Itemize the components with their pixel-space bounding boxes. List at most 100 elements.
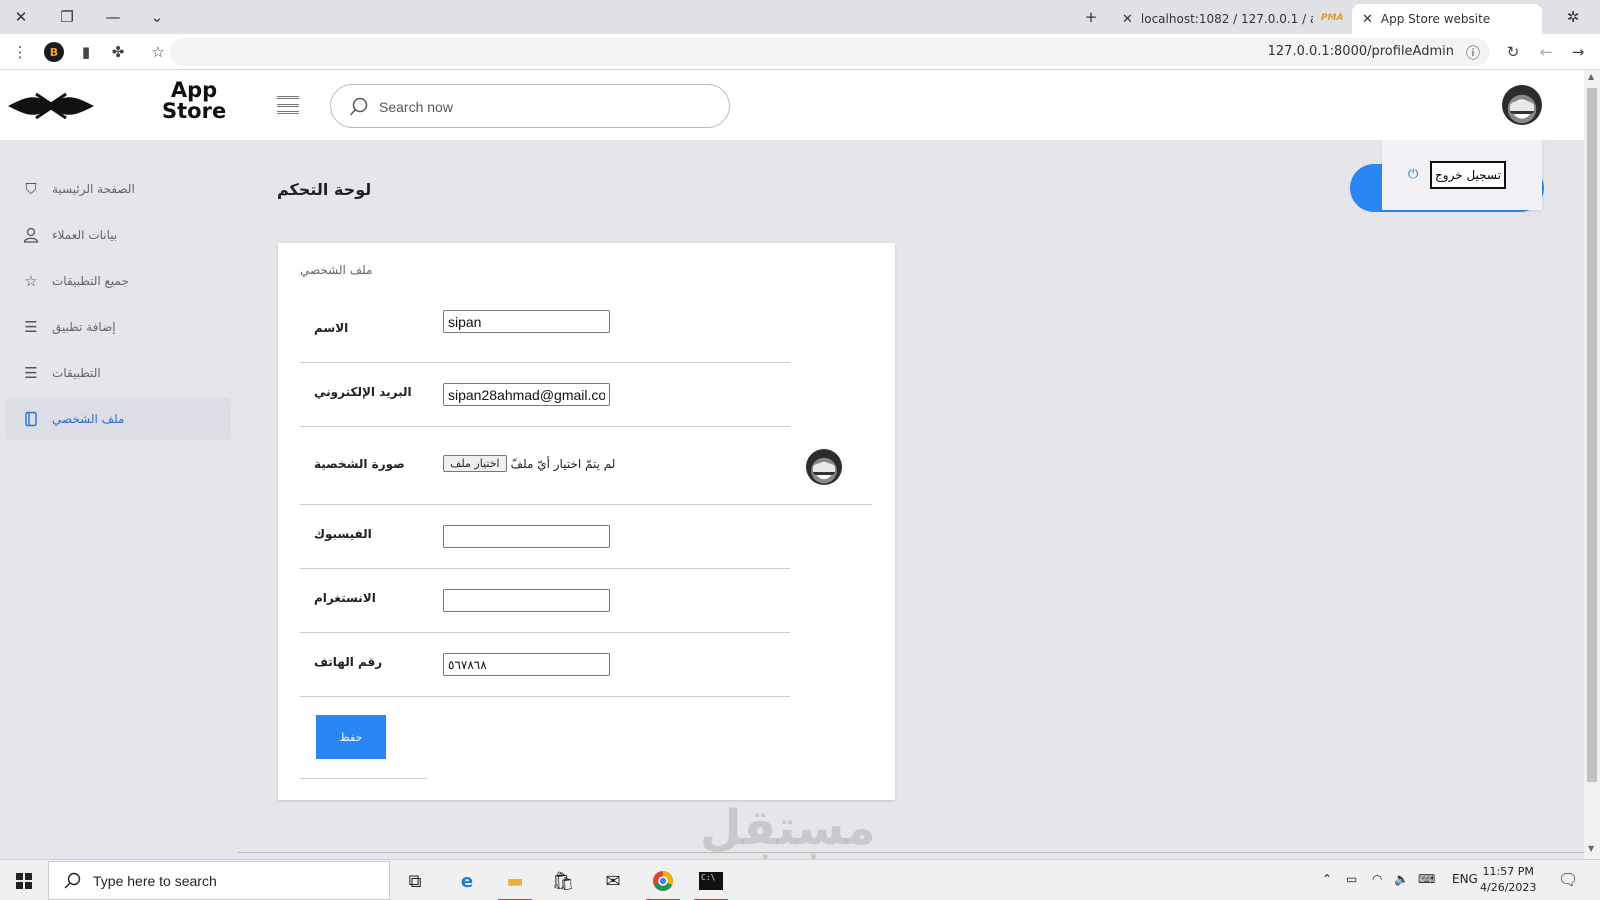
windows-start-icon[interactable] (16, 873, 32, 889)
brave-shield-icon[interactable]: B (44, 42, 64, 62)
field-label: الفيسبوك (314, 527, 372, 541)
instagram-field[interactable] (443, 589, 610, 612)
reload-icon[interactable]: ↻ (1503, 42, 1523, 62)
sidebar-item-apps[interactable]: ☰ التطبيقات (6, 352, 231, 394)
sidebar-item-add-app[interactable]: ☰ إضافة تطبيق (6, 306, 231, 348)
app-logo-icon (8, 92, 94, 120)
task-view-icon[interactable]: ⧉ (398, 864, 432, 898)
url-text: 127.0.0.1:8000/profileAdmin (1267, 44, 1454, 59)
power-icon: ⏻ (1408, 167, 1419, 182)
logout-button[interactable]: تسجيل خروج (1430, 161, 1506, 189)
save-button[interactable]: حفظ (316, 715, 386, 759)
brand-title: App Store (162, 80, 226, 122)
list-icon: ☰ (24, 318, 38, 336)
menu-dots-icon[interactable]: ⋮ (10, 42, 30, 62)
forward-arrow-icon[interactable]: → (1568, 42, 1588, 62)
page-title: لوحة التحكم (277, 180, 372, 199)
close-tab-icon[interactable]: ✕ (1362, 12, 1373, 27)
taskbar-search-placeholder: Type here to search (93, 872, 217, 889)
form-row-facebook: الفيسبوك (300, 505, 790, 569)
app-header: App Store (0, 70, 1584, 140)
extensions-icon[interactable]: ✤ (108, 42, 128, 62)
sidebar-item-home[interactable]: ⛉ الصفحة الرئيسية (6, 168, 231, 210)
phone-field[interactable] (443, 653, 610, 676)
file-input[interactable]: اختيار ملف لم يتمّ اختيار أيّ ملفّ (443, 455, 615, 472)
email-field[interactable] (443, 383, 610, 406)
volume-icon[interactable]: 🔈 (1394, 872, 1409, 886)
search-box[interactable] (330, 84, 730, 128)
name-field[interactable] (443, 310, 610, 333)
scroll-down-icon[interactable]: ▼ (1588, 844, 1594, 853)
hamburger-menu-icon[interactable] (277, 96, 299, 114)
file-explorer-icon[interactable]: ▬ (498, 864, 532, 900)
form-row-name: الاسم (300, 301, 790, 363)
minimize-window-icon[interactable]: — (100, 4, 126, 30)
notifications-icon[interactable]: 🗨 (1558, 870, 1578, 889)
close-tab-icon[interactable]: ✕ (1122, 12, 1133, 27)
page-scrollbar[interactable]: ▲ ▼ (1584, 70, 1600, 859)
close-window-icon[interactable]: ✕ (8, 4, 34, 30)
language-indicator[interactable]: ENG (1452, 872, 1478, 886)
sidebar-item-all-apps[interactable]: ☆ جميع التطبيقات (6, 260, 231, 302)
sidebar-item-profile[interactable]: ملف الشخصي (6, 398, 231, 440)
restore-window-icon[interactable]: ❐ (54, 4, 80, 30)
field-label: رقم الهاتف (314, 655, 383, 669)
user-icon (22, 226, 40, 244)
tray-chevron-up-icon[interactable]: ⌃ (1322, 872, 1332, 886)
edge-browser-icon[interactable]: e (450, 864, 484, 898)
brand-line-1: App (170, 78, 218, 102)
wifi-icon[interactable]: ◠ (1372, 872, 1382, 886)
sidebar-item-customers[interactable]: بيانات العملاء (6, 214, 231, 256)
sidebar-item-label: ملف الشخصي (52, 412, 125, 426)
gear-icon[interactable]: ✲ (1560, 4, 1586, 30)
brand-line-2: Store (162, 99, 227, 123)
sidebar-item-label: الصفحة الرئيسية (52, 182, 135, 196)
site-info-icon[interactable]: ⓘ (1466, 43, 1480, 63)
user-avatar[interactable] (1502, 85, 1542, 125)
sidebar-item-label: بيانات العملاء (52, 228, 118, 242)
omnibox[interactable]: 127.0.0.1:8000/profileAdmin ⓘ (170, 38, 1490, 66)
store-bag-icon[interactable]: 🛍 (546, 864, 580, 898)
star-icon: ☆ (24, 272, 38, 290)
search-input[interactable] (379, 95, 709, 119)
facebook-field[interactable] (443, 525, 610, 548)
tab-title: localhost:1082 / 127.0.0.1 / app / (1140, 12, 1313, 26)
keyboard-icon[interactable]: ⌨ (1418, 872, 1435, 886)
sidebar-toggle-icon[interactable]: ▮ (76, 42, 96, 62)
battery-icon[interactable]: ▭ (1346, 872, 1357, 886)
search-icon (64, 872, 81, 888)
list-icon: ☰ (24, 364, 38, 382)
file-icon (22, 410, 40, 428)
field-label: البريد الإلكتروني (314, 385, 412, 399)
address-bar-row: ⋮ B ▮ ✤ ☆ ⇱ 127.0.0.1:8000/profileAdmin … (0, 34, 1600, 70)
back-arrow-icon[interactable]: ← (1536, 42, 1556, 62)
choose-file-button[interactable]: اختيار ملف (443, 455, 507, 472)
file-status: لم يتمّ اختيار أيّ ملفّ (510, 456, 616, 471)
search-icon (349, 97, 368, 116)
card-title: ملف الشخصي (300, 263, 373, 277)
mail-icon[interactable]: ✉ (596, 864, 630, 898)
tab-search-chevron-icon[interactable]: ⌄ (144, 4, 170, 30)
brave-browser-icon[interactable] (646, 864, 680, 900)
clock-date: 4/26/2023 (1480, 881, 1537, 894)
tab-app-store[interactable]: ✕ App Store website (1352, 4, 1542, 34)
form-row-instagram: الانستغرام (300, 569, 790, 633)
taskbar-search[interactable]: Type here to search (48, 861, 390, 900)
browser-tab-bar: ✕ ❐ — ⌄ + ✕ localhost:1082 / 127.0.0.1 /… (0, 0, 1600, 34)
divider (238, 852, 1584, 853)
clock[interactable]: 11:57 PM 4/26/2023 (1480, 864, 1536, 896)
bookmark-star-icon[interactable]: ☆ (148, 42, 168, 62)
tab-phpmyadmin[interactable]: ✕ localhost:1082 / 127.0.0.1 / app / PMA (1112, 4, 1348, 34)
phpmyadmin-favicon-icon: PMA (1320, 13, 1344, 23)
user-dropdown-menu: ⏻ تسجيل خروج (1382, 140, 1542, 210)
form-row-email: البريد الإلكتروني (300, 363, 790, 427)
sidebar-item-label: التطبيقات (52, 366, 101, 380)
form-row-phone: رقم الهاتف (300, 633, 790, 697)
sidebar-item-label: إضافة تطبيق (52, 320, 116, 334)
scroll-up-icon[interactable]: ▲ (1588, 72, 1594, 81)
scroll-thumb[interactable] (1587, 88, 1597, 782)
divider (300, 778, 427, 779)
new-tab-icon[interactable]: + (1078, 4, 1104, 30)
clock-time: 11:57 PM (1482, 865, 1534, 878)
terminal-icon[interactable]: C:\ (694, 864, 728, 900)
